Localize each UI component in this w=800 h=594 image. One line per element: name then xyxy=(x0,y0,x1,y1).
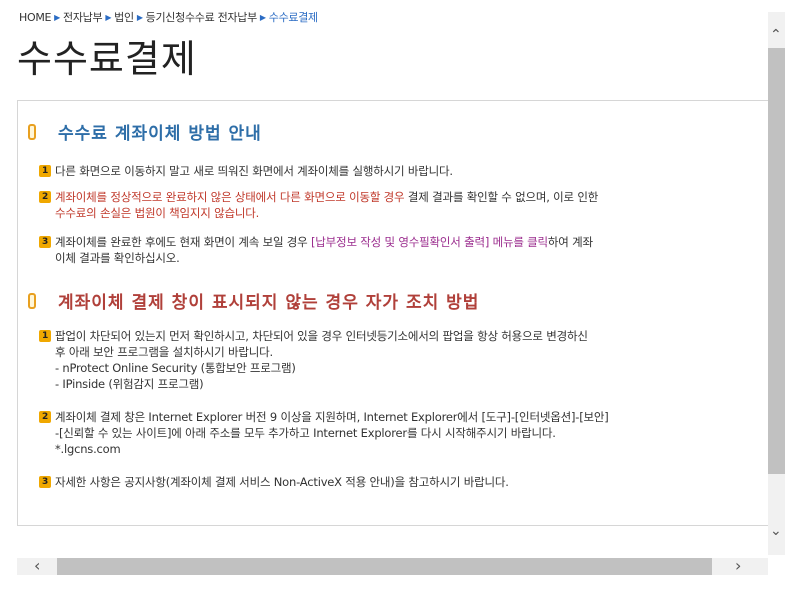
section-title: 계좌이체 결제 창이 표시되지 않는 경우 자가 조치 방법 xyxy=(58,293,480,313)
scroll-up-icon[interactable]: ⌃ xyxy=(770,28,782,42)
item-text: 자세한 사항은 공지사항(계좌이체 결제 서비스 Non-ActiveX 적용 … xyxy=(55,475,509,489)
breadcrumb: HOME ▶ 전자납부 ▶ 법인 ▶ 등기신청수수료 전자납부 ▶ 수수료결제 xyxy=(19,9,318,25)
chevron-right-icon: ▶ xyxy=(105,13,112,22)
chevron-right-icon: ▶ xyxy=(136,13,143,22)
number-badge: 2 xyxy=(39,191,51,203)
breadcrumb-item-epay[interactable]: 전자납부 xyxy=(63,11,103,24)
heading-bullet-icon xyxy=(28,123,36,140)
horizontal-scroll-thumb[interactable] xyxy=(57,558,712,575)
list-item: 1 다른 화면으로 이동하지 말고 새로 띄워진 화면에서 계좌이체를 실행하시… xyxy=(39,163,768,179)
menu-link-text: [납부정보 작성 및 영수필확인서 출력] 메뉴를 클릭 xyxy=(311,235,548,249)
item-text-line2: 이체 결과를 확인하십시오. xyxy=(55,251,180,265)
list-item: 2 계좌이체 결제 창은 Internet Explorer 버전 9 이상을 … xyxy=(39,409,768,457)
list-item: 2 계좌이체를 정상적으로 완료하지 않은 상태에서 다른 화면으로 이동할 경… xyxy=(39,189,768,221)
section-heading-transfer: 수수료 계좌이체 방법 안내 xyxy=(28,119,262,144)
warning-text: 계좌이체를 정상적으로 완료하지 않은 상태에서 다른 화면으로 이동할 경우 xyxy=(55,190,405,204)
number-badge: 3 xyxy=(39,236,51,248)
content-box: 수수료 계좌이체 방법 안내 1 다른 화면으로 이동하지 말고 새로 띄워진 … xyxy=(17,100,768,526)
list-item: 3 자세한 사항은 공지사항(계좌이체 결제 서비스 Non-ActiveX 적… xyxy=(39,474,768,490)
warning-text: 수수료의 손실은 법원이 책임지지 않습니다. xyxy=(55,206,260,220)
section-heading-self-help: 계좌이체 결제 창이 표시되지 않는 경우 자가 조치 방법 xyxy=(28,288,479,313)
item-text: 계좌이체를 정상적으로 완료하지 않은 상태에서 다른 화면으로 이동할 경우 … xyxy=(55,189,768,221)
item-text: 계좌이체를 완료한 후에도 현재 화면이 계속 보일 경우 [납부정보 작성 및… xyxy=(55,234,768,266)
chevron-right-icon: ▶ xyxy=(54,13,61,22)
number-badge: 3 xyxy=(39,476,51,488)
item-text-post: 하여 계좌 xyxy=(547,235,593,249)
breadcrumb-item-corp[interactable]: 법인 xyxy=(114,11,134,24)
list-item: 1 팝업이 차단되어 있는지 먼저 확인하시고, 차단되어 있을 경우 인터넷등… xyxy=(39,328,768,392)
number-badge: 1 xyxy=(39,165,51,177)
scroll-down-icon[interactable]: ⌄ xyxy=(770,524,782,538)
list-item: 3 계좌이체를 완료한 후에도 현재 화면이 계속 보일 경우 [납부정보 작성… xyxy=(39,234,768,266)
item-text: 팝업이 차단되어 있는지 먼저 확인하시고, 차단되어 있을 경우 인터넷등기소… xyxy=(55,329,588,391)
scroll-left-icon[interactable]: ‹ xyxy=(34,558,40,574)
scroll-right-icon[interactable]: › xyxy=(735,558,741,574)
number-badge: 1 xyxy=(39,330,51,342)
item-text-pre: 계좌이체를 완료한 후에도 현재 화면이 계속 보일 경우 xyxy=(55,235,312,249)
breadcrumb-item-fee[interactable]: 등기신청수수료 전자납부 xyxy=(146,11,258,24)
item-text: 계좌이체 결제 창은 Internet Explorer 버전 9 이상을 지원… xyxy=(55,410,609,456)
page-title: 수수료결제 xyxy=(17,37,197,81)
item-text: 다른 화면으로 이동하지 말고 새로 띄워진 화면에서 계좌이체를 실행하시기 … xyxy=(55,164,453,178)
vertical-scroll-thumb[interactable] xyxy=(768,48,785,474)
chevron-right-icon: ▶ xyxy=(259,13,266,22)
section-title: 수수료 계좌이체 방법 안내 xyxy=(58,124,262,144)
number-badge: 2 xyxy=(39,411,51,423)
breadcrumb-home[interactable]: HOME xyxy=(19,11,51,24)
breadcrumb-current: 수수료결제 xyxy=(268,11,318,24)
heading-bullet-icon xyxy=(28,292,36,309)
item-text-mid: 결제 결과를 확인할 수 없으며, 이로 인한 xyxy=(404,190,599,204)
